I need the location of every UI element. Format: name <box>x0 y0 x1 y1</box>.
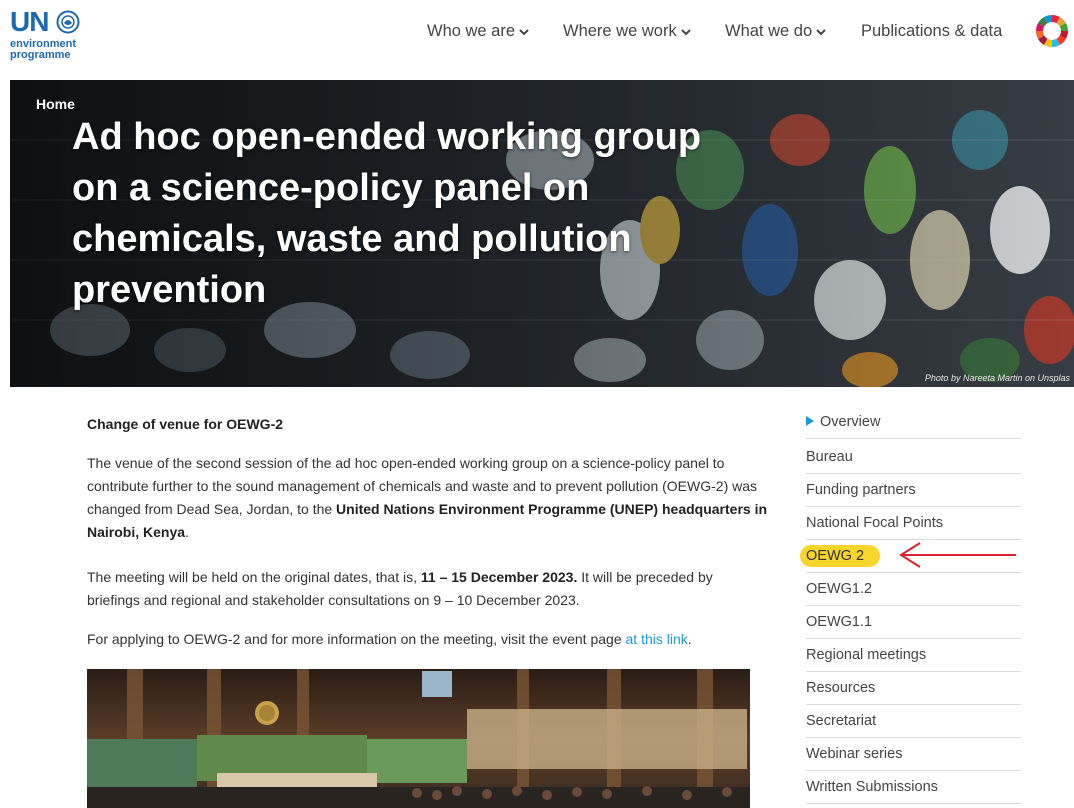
paragraph-text: . <box>687 631 692 647</box>
nav-publications-data[interactable]: Publications & data <box>861 22 1002 41</box>
sidebar-item-oewg1-2[interactable]: OEWG1.2 <box>806 573 1021 606</box>
sidebar-item-label: Webinar series <box>806 746 903 762</box>
sidebar-item-webinar-series[interactable]: Webinar series <box>806 738 1021 771</box>
hero-banner: Home Ad hoc open-ended working group on … <box>10 80 1074 387</box>
chevron-down-icon <box>680 28 691 36</box>
sidebar-item-label: Resources <box>806 680 876 696</box>
paragraph-text: For applying to OEWG-2 and for more info… <box>87 631 626 647</box>
sidebar-item-label: Regional meetings <box>806 647 927 663</box>
sidebar-item-oewg1-1[interactable]: OEWG1.1 <box>806 606 1021 639</box>
logo-text-programme: programme <box>10 49 71 61</box>
paragraph-text: The meeting will be held on the original… <box>87 569 421 585</box>
sdg-wheel-icon[interactable] <box>1035 14 1069 48</box>
sidebar-item-funding-partners[interactable]: Funding partners <box>806 474 1021 507</box>
sidebar-item-bureau[interactable]: Bureau <box>806 441 1021 474</box>
sidebar-item-resources[interactable]: Resources <box>806 672 1021 705</box>
sidebar-item-label: National Focal Points <box>806 515 944 531</box>
sidebar-item-label: OEWG1.1 <box>806 614 873 630</box>
meeting-hall-photo <box>87 669 750 808</box>
sidebar-item-written-submissions[interactable]: Written Submissions <box>806 771 1021 804</box>
photo-credit: Photo by Nareeta Martin on Unsplas <box>924 373 1070 383</box>
sidebar-item-label: Secretariat <box>806 713 877 729</box>
chevron-down-icon <box>519 28 529 36</box>
nav-where-we-work[interactable]: Where we work <box>563 22 691 41</box>
unep-logo[interactable]: UN environment programme <box>10 8 110 64</box>
page-title: Ad hoc open-ended working group on a sci… <box>72 116 702 311</box>
event-page-link[interactable]: at this link <box>626 631 688 647</box>
paragraph-bold-text: 11 – 15 December 2023. <box>420 569 578 585</box>
breadcrumb-home-link[interactable]: Home <box>36 96 75 112</box>
meeting-hall-image <box>87 669 750 808</box>
event-page-paragraph: For applying to OEWG-2 and for more info… <box>87 628 767 651</box>
sidebar-item-national-focal-points[interactable]: National Focal Points <box>806 507 1021 540</box>
chevron-down-icon <box>816 28 826 36</box>
sidebar-item-regional-meetings[interactable]: Regional meetings <box>806 639 1021 672</box>
sidebar-item-label: Funding partners <box>806 482 916 498</box>
sidebar-item-label: Written Submissions <box>806 779 938 795</box>
nav-what-we-do[interactable]: What we do <box>725 22 826 41</box>
sidebar-item-label-highlighted: OEWG 2 <box>800 545 881 567</box>
paragraph-text: . <box>185 524 189 540</box>
red-arrow-annotation-icon <box>899 542 1016 568</box>
nav-label: Publications & data <box>861 22 1003 40</box>
un-emblem-icon <box>56 10 80 34</box>
meeting-dates-paragraph: The meeting will be held on the original… <box>87 566 767 612</box>
nav-label: What we do <box>725 22 813 40</box>
nav-label: Where we work <box>563 22 677 40</box>
sidebar-item-label: Bureau <box>806 449 853 465</box>
logo-un-mark: UN <box>10 6 49 37</box>
venue-change-paragraph: The venue of the second session of the a… <box>87 452 767 544</box>
nav-label: Who we are <box>427 22 516 40</box>
section-title: Change of venue for OEWG-2 <box>87 416 284 432</box>
sidebar-item-overview[interactable]: Overview <box>806 406 1021 439</box>
current-page-triangle-icon <box>806 416 814 427</box>
nav-who-we-are[interactable]: Who we are <box>427 22 529 41</box>
sidebar-item-label: OEWG1.2 <box>806 581 873 597</box>
sidebar-item-secretariat[interactable]: Secretariat <box>806 705 1021 738</box>
sidebar-item-label: Overview <box>820 414 881 430</box>
site-header: UN environment programme Who we are Wher… <box>0 0 1074 80</box>
